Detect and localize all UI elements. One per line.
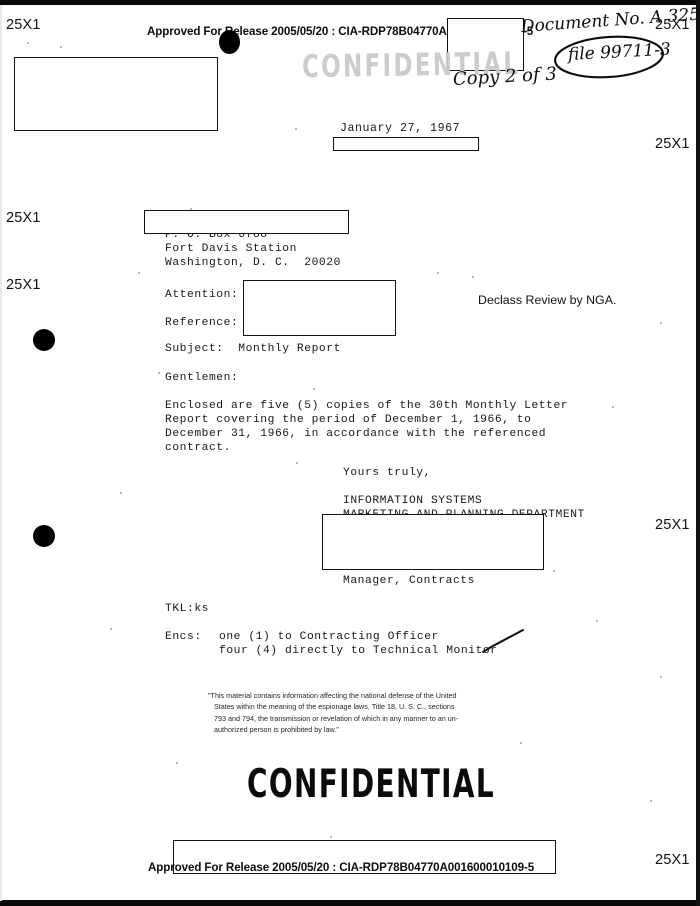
scan-speck bbox=[472, 276, 474, 278]
espionage-notice-line-2: States within the meaning of the espiona… bbox=[214, 702, 455, 712]
redaction-attention-reference bbox=[243, 280, 396, 336]
scan-speck bbox=[660, 322, 662, 324]
letter-date: January 27, 1967 bbox=[340, 122, 461, 135]
address-line-3: Washington, D. C. 20020 bbox=[165, 257, 341, 269]
scan-speck bbox=[553, 570, 555, 572]
espionage-notice-line-3: 793 and 794, the transmission or revelat… bbox=[214, 713, 459, 723]
body-line-1: Enclosed are five (5) copies of the 30th… bbox=[165, 400, 569, 412]
marker-25x1-address: 25X1 bbox=[6, 210, 41, 226]
scan-speck bbox=[650, 800, 652, 802]
redaction-signature bbox=[322, 514, 544, 570]
scan-speck bbox=[612, 406, 614, 408]
scan-speck bbox=[520, 742, 522, 744]
scan-speck bbox=[660, 676, 662, 678]
redaction-date-line bbox=[333, 137, 479, 151]
marker-25x1-top-left: 25X1 bbox=[6, 17, 41, 33]
scan-speck bbox=[60, 46, 62, 48]
scan-speck bbox=[110, 628, 112, 630]
espionage-notice-line-1: "This material contains information affe… bbox=[208, 691, 457, 700]
scan-speck bbox=[295, 128, 297, 130]
handwriting-file-circle bbox=[554, 35, 664, 79]
redaction-letterhead bbox=[14, 57, 218, 131]
enclosures-label: Encs: bbox=[165, 631, 202, 643]
scan-speck bbox=[596, 620, 598, 622]
espionage-notice: "This material contains information affe… bbox=[208, 690, 458, 736]
scan-edge-left bbox=[0, 5, 2, 901]
scan-speck bbox=[158, 372, 160, 374]
binder-hole-upper bbox=[33, 329, 55, 351]
organization-line-1: INFORMATION SYSTEMS bbox=[343, 495, 483, 507]
document-page: Approved For Release 2005/05/20 : CIA-RD… bbox=[0, 0, 700, 906]
marker-25x1-bottom-right: 25X1 bbox=[655, 852, 690, 868]
scan-speck bbox=[27, 42, 29, 44]
signature-title: Manager, Contracts bbox=[343, 575, 475, 587]
marker-25x1-signature: 25X1 bbox=[655, 517, 690, 533]
marker-25x1-attention: 25X1 bbox=[6, 277, 41, 293]
binder-hole-lower bbox=[33, 525, 55, 547]
typist-initials: TKL:ks bbox=[165, 603, 209, 615]
body-line-4: contract. bbox=[165, 442, 231, 454]
body-line-3: December 31, 1966, in accordance with th… bbox=[165, 428, 547, 440]
salutation: Gentlemen: bbox=[165, 372, 239, 384]
reference-label: Reference: bbox=[165, 317, 239, 329]
handwriting-copy-of: Copy 2 of 3 bbox=[452, 63, 558, 90]
marker-25x1-date: 25X1 bbox=[655, 136, 690, 152]
attention-label: Attention: bbox=[165, 289, 239, 301]
scan-speck bbox=[437, 272, 439, 274]
scan-speck bbox=[296, 462, 298, 464]
scan-speck bbox=[138, 272, 140, 274]
closing-line: Yours truly, bbox=[343, 467, 431, 479]
scan-speck bbox=[313, 388, 315, 390]
enclosure-item-1: one (1) to Contracting Officer bbox=[219, 631, 439, 643]
scan-speck bbox=[120, 492, 122, 494]
scan-speck bbox=[330, 836, 332, 838]
redaction-addressee bbox=[144, 210, 349, 234]
scan-edge-top bbox=[0, 0, 700, 5]
address-line-2: Fort Davis Station bbox=[165, 243, 297, 255]
confidential-stamp-bottom: CONFIDENTIAL bbox=[247, 761, 496, 808]
ink-blot-banner bbox=[219, 30, 240, 54]
subject-line: Subject: Monthly Report bbox=[165, 343, 341, 355]
scan-edge-bottom bbox=[0, 900, 700, 906]
scan-speck bbox=[176, 762, 178, 764]
declass-review-note: Declass Review by NGA. bbox=[478, 293, 617, 307]
body-line-2: Report covering the period of December 1… bbox=[165, 414, 532, 426]
enclosure-item-2: four (4) directly to Technical Monitor bbox=[219, 645, 498, 657]
release-banner-bottom: Approved For Release 2005/05/20 : CIA-RD… bbox=[148, 861, 535, 874]
espionage-notice-line-4: authorized person is prohibited by law." bbox=[214, 725, 339, 735]
scan-edge-right bbox=[696, 0, 700, 906]
